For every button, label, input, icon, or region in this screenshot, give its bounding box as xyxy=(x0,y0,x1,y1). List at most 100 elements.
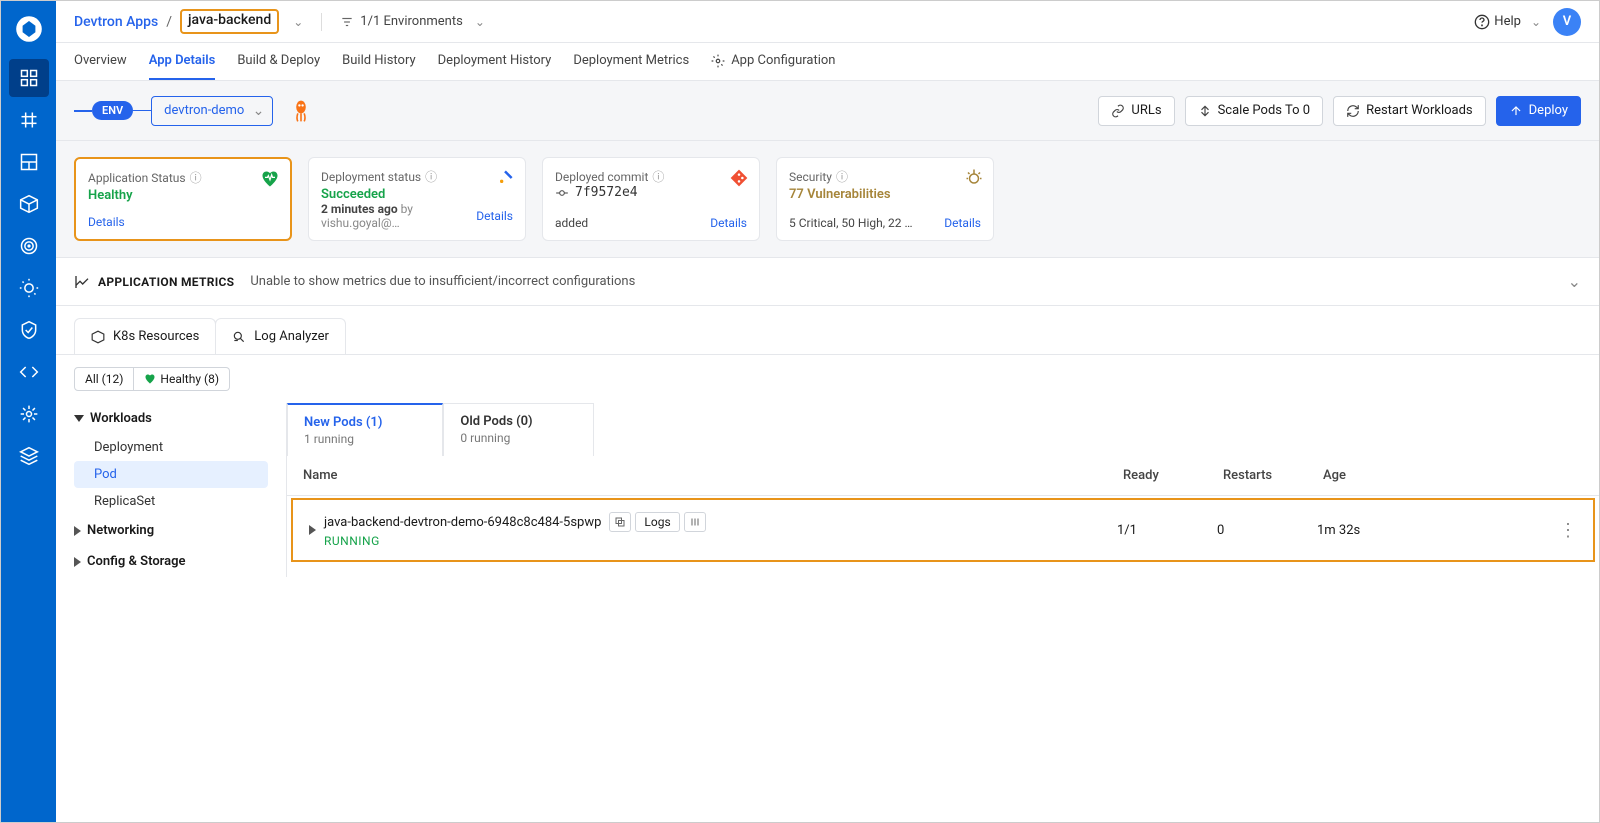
env-select[interactable]: devtron-demo xyxy=(151,96,273,126)
table-row[interactable]: java-backend-devtron-demo-6948c8c484-5sp… xyxy=(293,500,1593,560)
pod-row-highlight: java-backend-devtron-demo-6948c8c484-5sp… xyxy=(291,498,1595,562)
tree-item-deployment[interactable]: Deployment xyxy=(74,434,268,461)
breadcrumb-separator: / xyxy=(166,14,172,30)
cube-icon[interactable] xyxy=(9,185,49,223)
breadcrumb-current[interactable]: java-backend xyxy=(180,9,279,34)
tab-deployment-metrics[interactable]: Deployment Metrics xyxy=(573,43,689,80)
logs-button[interactable]: Logs xyxy=(635,512,679,532)
chevron-down-icon: ⌄ xyxy=(1531,15,1541,29)
chevron-right-icon xyxy=(74,526,81,536)
copy-icon[interactable] xyxy=(609,512,631,532)
status-cards: Application Status ⓘ Healthy Details Dep… xyxy=(56,141,1599,258)
sun-icon[interactable] xyxy=(9,269,49,307)
target-icon[interactable] xyxy=(9,227,49,265)
code-icon[interactable] xyxy=(9,353,49,391)
info-icon[interactable]: ⓘ xyxy=(836,168,848,185)
deployment-status-value: Succeeded xyxy=(321,187,513,202)
subtab-k8s-resources[interactable]: K8s Resources xyxy=(74,318,216,354)
info-icon[interactable]: ⓘ xyxy=(190,169,202,186)
breadcrumb-parent[interactable]: Devtron Apps xyxy=(74,14,158,30)
resource-tree: Workloads Deployment Pod ReplicaSet Netw… xyxy=(56,403,286,577)
content-row: Workloads Deployment Pod ReplicaSet Netw… xyxy=(56,403,1599,577)
tab-overview[interactable]: Overview xyxy=(74,43,127,80)
gear-icon[interactable] xyxy=(9,395,49,433)
app-tabs: Overview App Details Build & Deploy Buil… xyxy=(56,43,1599,81)
info-icon[interactable]: ⓘ xyxy=(425,168,437,185)
subtab-log-analyzer[interactable]: Log Analyzer xyxy=(215,318,346,354)
layers-icon[interactable] xyxy=(9,437,49,475)
app-status-value: Healthy xyxy=(88,188,278,203)
deployment-status-card: Deployment status ⓘ Succeeded 2 minutes … xyxy=(308,157,526,241)
pod-ready: 1/1 xyxy=(1117,523,1217,538)
col-age: Age xyxy=(1323,468,1523,483)
urls-button[interactable]: URLs xyxy=(1098,96,1174,126)
app-status-title: Application Status xyxy=(88,171,186,185)
topbar: Devtron Apps / java-backend ⌄ 1/1 Enviro… xyxy=(56,1,1599,43)
metrics-row[interactable]: APPLICATION METRICS Unable to show metri… xyxy=(56,258,1599,306)
deployed-commit-card: Deployed commit ⓘ 7f9572e4 addedDetails xyxy=(542,157,760,241)
pod-restarts: 0 xyxy=(1217,523,1317,538)
pod-tab-new[interactable]: New Pods (1) 1 running xyxy=(287,403,443,456)
sidebar xyxy=(1,1,56,822)
avatar[interactable]: V xyxy=(1553,8,1581,36)
commit-details-link[interactable]: Details xyxy=(710,216,747,230)
tree-item-pod[interactable]: Pod xyxy=(74,461,268,488)
col-restarts: Restarts xyxy=(1223,468,1323,483)
grid-icon[interactable] xyxy=(9,101,49,139)
chevron-down-icon: ⌄ xyxy=(1568,272,1581,291)
col-name: Name xyxy=(303,468,1123,483)
pod-tabs: New Pods (1) 1 running Old Pods (0) 0 ru… xyxy=(287,403,1599,456)
security-card: Security ⓘ 77 Vulnerabilities 5 Critical… xyxy=(776,157,994,241)
git-icon xyxy=(729,168,749,192)
chevron-down-icon xyxy=(74,415,84,422)
metrics-message: Unable to show metrics due to insufficie… xyxy=(250,274,635,289)
metrics-label: APPLICATION METRICS xyxy=(74,274,234,290)
pod-name: java-backend-devtron-demo-6948c8c484-5sp… xyxy=(324,515,601,530)
chevron-right-icon xyxy=(74,557,81,567)
chip-all[interactable]: All (12) xyxy=(74,367,134,391)
app-status-card: Application Status ⓘ Healthy Details xyxy=(74,157,292,241)
tree-group-workloads[interactable]: Workloads xyxy=(74,403,268,434)
restart-workloads-button[interactable]: Restart Workloads xyxy=(1333,96,1486,126)
resource-subtabs: K8s Resources Log Analyzer xyxy=(56,306,1599,354)
rocket-icon xyxy=(495,168,515,192)
app-status-details-link[interactable]: Details xyxy=(88,215,125,229)
security-details-link[interactable]: Details xyxy=(944,216,981,230)
info-icon[interactable]: ⓘ xyxy=(652,168,664,185)
main-content: Devtron Apps / java-backend ⌄ 1/1 Enviro… xyxy=(56,1,1599,822)
help-button[interactable]: Help ⌄ xyxy=(1474,14,1541,30)
bars-icon[interactable] xyxy=(684,512,706,532)
tab-build-history[interactable]: Build History xyxy=(342,43,416,80)
panel-icon[interactable] xyxy=(9,143,49,181)
scale-pods-button[interactable]: Scale Pods To 0 xyxy=(1185,96,1324,126)
commit-hash: 7f9572e4 xyxy=(555,185,747,200)
env-filter-label: 1/1 Environments xyxy=(360,14,463,29)
apps-icon[interactable] xyxy=(9,59,49,97)
tree-item-replicaset[interactable]: ReplicaSet xyxy=(74,488,268,515)
row-menu-icon[interactable]: ⋮ xyxy=(1517,520,1577,541)
pod-status: RUNNING xyxy=(324,534,706,548)
tree-group-networking[interactable]: Networking xyxy=(74,515,268,546)
deployment-details-link[interactable]: Details xyxy=(476,209,513,223)
tab-app-details[interactable]: App Details xyxy=(149,43,216,80)
tab-deployment-history[interactable]: Deployment History xyxy=(438,43,552,80)
tree-group-config-storage[interactable]: Config & Storage xyxy=(74,546,268,577)
vulnerability-count: 77 Vulnerabilities xyxy=(789,187,981,202)
mascot-icon xyxy=(291,99,311,123)
chevron-down-icon: ⌄ xyxy=(475,15,485,29)
env-filter[interactable]: 1/1 Environments ⌄ xyxy=(340,14,485,29)
divider xyxy=(321,13,322,31)
deploy-button[interactable]: Deploy xyxy=(1496,96,1581,126)
shield-icon[interactable] xyxy=(9,311,49,349)
chevron-down-icon[interactable]: ⌄ xyxy=(293,15,303,29)
devtron-logo[interactable] xyxy=(9,9,49,49)
tab-app-config[interactable]: App Configuration xyxy=(711,43,835,80)
pod-age: 1m 32s xyxy=(1317,523,1517,538)
chip-healthy[interactable]: Healthy (8) xyxy=(134,367,230,391)
heartbeat-icon xyxy=(260,169,280,193)
tab-build-deploy[interactable]: Build & Deploy xyxy=(237,43,320,80)
bug-icon xyxy=(965,168,983,190)
status-filter-chips: All (12) Healthy (8) xyxy=(56,355,1599,403)
pod-tab-old[interactable]: Old Pods (0) 0 running xyxy=(443,403,593,456)
expand-icon[interactable] xyxy=(309,525,316,535)
